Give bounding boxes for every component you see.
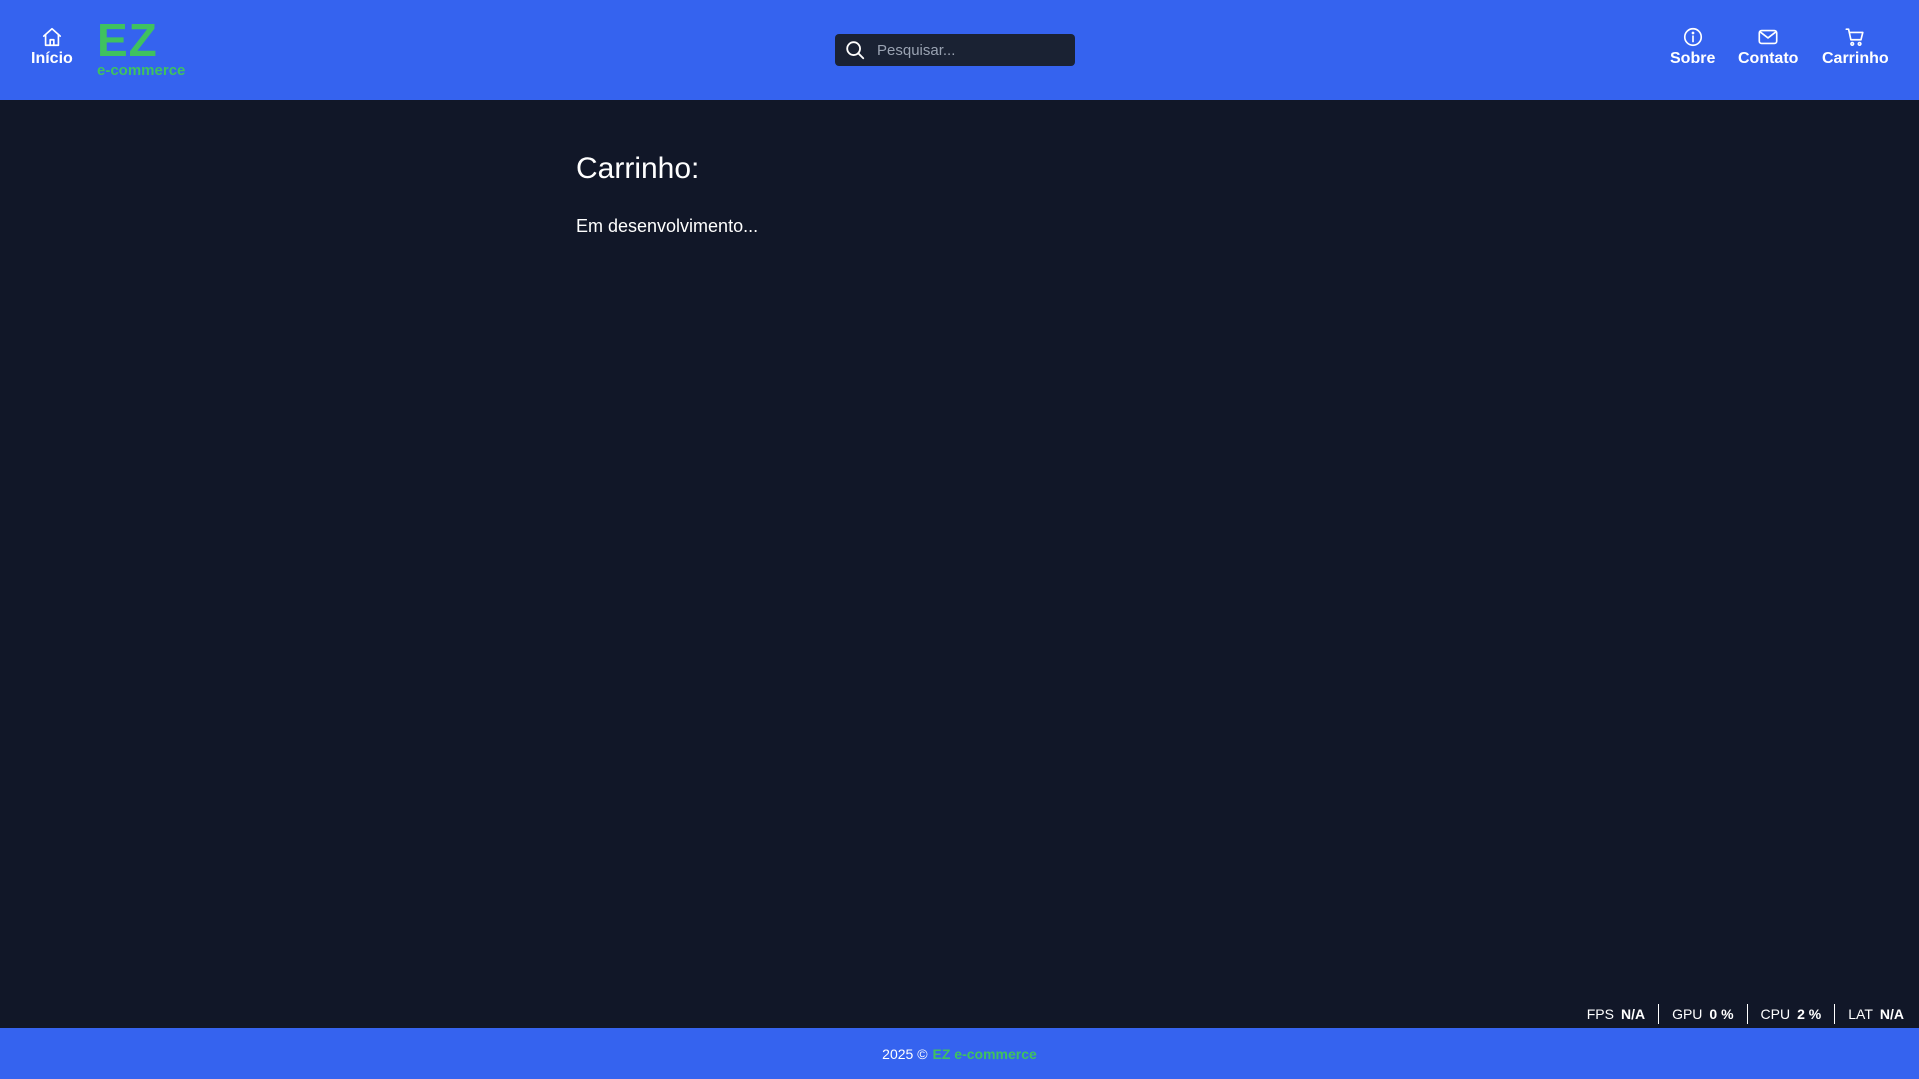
nav-contact-label: Contato — [1738, 50, 1799, 67]
info-icon — [1683, 27, 1702, 47]
page-title: Carrinho: — [576, 152, 700, 185]
logo-sub-text: e-commerce — [97, 62, 186, 79]
nav-about-label: Sobre — [1670, 50, 1716, 67]
perf-fps-value: N/A — [1620, 1006, 1646, 1022]
perf-cpu-label: CPU — [1760, 1006, 1791, 1022]
perf-gpu: GPU 0 % — [1658, 1004, 1746, 1024]
logo-main-text: EZ — [97, 14, 158, 66]
perf-fps: FPS N/A — [1574, 1004, 1658, 1024]
brand-logo[interactable]: EZ e-commerce — [97, 14, 186, 80]
perf-cpu-value: 2 % — [1797, 1006, 1822, 1022]
perf-fps-label: FPS — [1586, 1006, 1614, 1022]
mail-icon — [1758, 29, 1778, 45]
nav-about[interactable]: Sobre — [1670, 26, 1715, 68]
page-message: Em desenvolvimento... — [576, 216, 759, 236]
page-footer: 2025 © EZ e-commerce — [0, 1028, 1919, 1079]
perf-lat-value: N/A — [1879, 1006, 1904, 1022]
top-navbar: Início EZ e-commerce Sobre Contato — [0, 0, 1919, 100]
search-icon — [846, 41, 865, 60]
home-icon — [42, 27, 61, 47]
nav-home[interactable]: Início — [31, 26, 73, 68]
search-input[interactable] — [875, 40, 1069, 60]
footer-brand-link[interactable]: EZ e-commerce — [933, 1046, 1037, 1062]
perf-gpu-value: 0 % — [1709, 1006, 1734, 1022]
performance-overlay: FPS N/A GPU 0 % CPU 2 % LAT N/A — [1574, 1004, 1904, 1024]
footer-copyright: 2025 © — [882, 1045, 928, 1062]
perf-gpu-label: GPU — [1672, 1006, 1703, 1022]
perf-lat: LAT N/A — [1834, 1004, 1904, 1024]
cart-icon — [1845, 28, 1864, 46]
perf-cpu: CPU 2 % — [1746, 1004, 1835, 1024]
perf-lat-label: LAT — [1848, 1006, 1873, 1022]
nav-cart-label: Carrinho — [1822, 50, 1889, 67]
nav-contact[interactable]: Contato — [1738, 26, 1798, 68]
nav-cart[interactable]: Carrinho — [1822, 26, 1889, 68]
nav-home-label: Início — [31, 50, 73, 67]
search-bar[interactable] — [835, 34, 1075, 66]
